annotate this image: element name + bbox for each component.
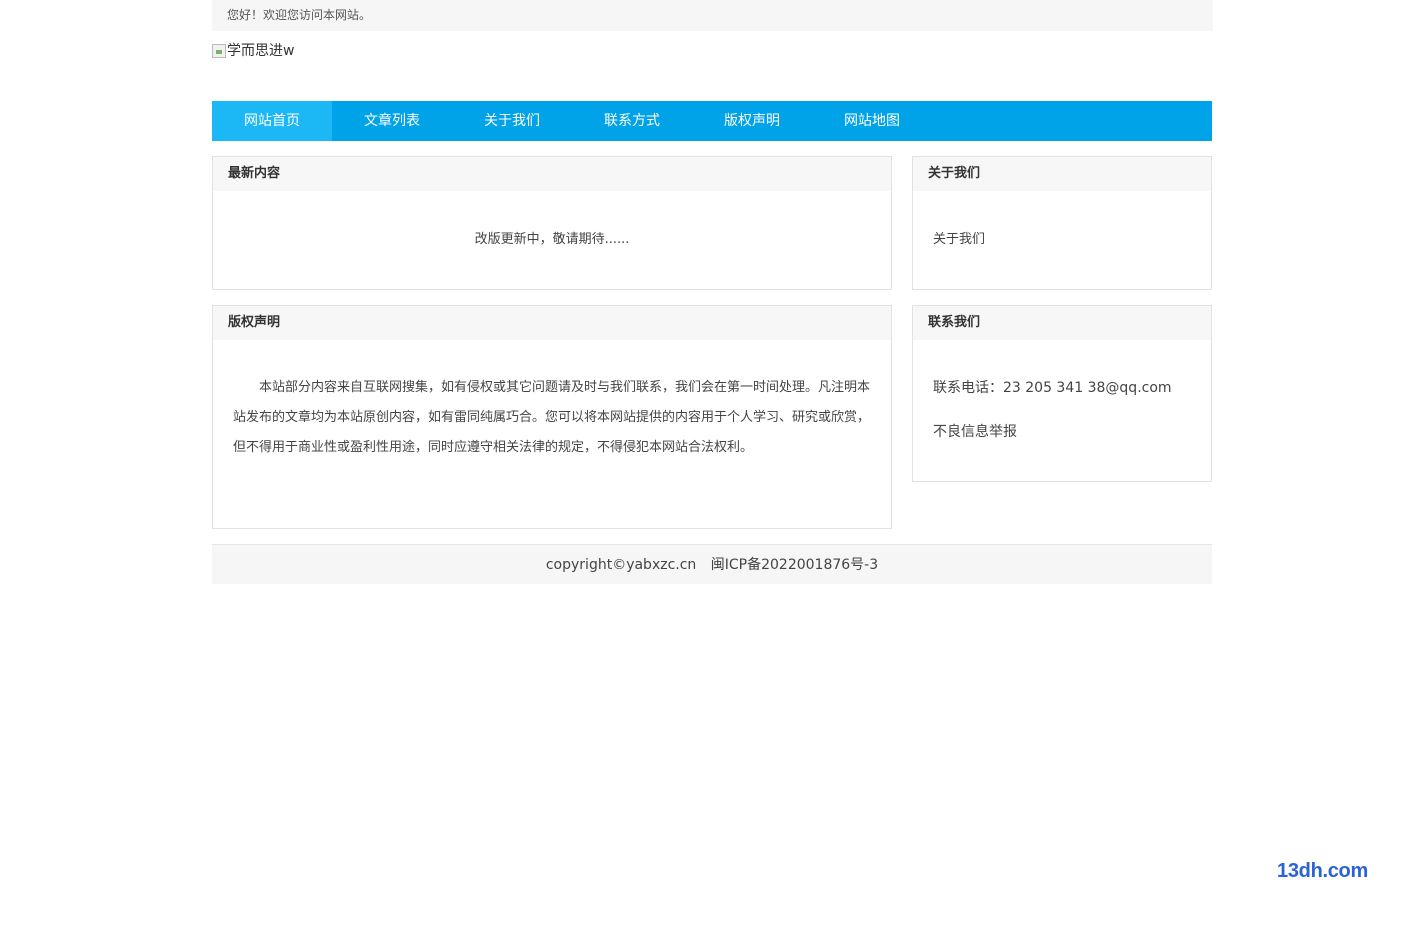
logo-alt-text: 学而思进w xyxy=(227,43,295,59)
welcome-bar: 您好！欢迎您访问本网站。 xyxy=(212,0,1213,31)
contact-phone-email: 联系电话：23 205 341 38@qq.com xyxy=(933,380,1172,396)
copyright-panel: 版权声明 本站部分内容来自互联网搜集，如有侵权或其它问题请及时与我们联系，我们会… xyxy=(212,305,892,529)
nav-item-contact[interactable]: 联系方式 xyxy=(572,101,692,141)
about-panel: 关于我们 关于我们 xyxy=(912,156,1212,290)
row-2: 版权声明 本站部分内容来自互联网搜集，如有侵权或其它问题请及时与我们联系，我们会… xyxy=(212,305,1212,529)
site-footer: copyright©yabxzc.cn 闽ICP备2022001876号-3 xyxy=(212,544,1212,584)
latest-content-panel: 最新内容 改版更新中，敬请期待...... xyxy=(212,156,892,290)
about-text: 关于我们 xyxy=(933,232,986,247)
site-logo[interactable]: 学而思进w xyxy=(212,42,294,60)
watermark-text: 13dh.com xyxy=(1277,860,1368,882)
panel-title: 版权声明 xyxy=(213,306,891,340)
panel-title: 联系我们 xyxy=(913,306,1211,340)
broken-image-icon xyxy=(212,44,226,58)
main-nav: 网站首页 文章列表 关于我们 联系方式 版权声明 网站地图 xyxy=(212,101,1212,141)
welcome-text: 您好！欢迎您访问本网站。 xyxy=(227,8,372,22)
contact-panel: 联系我们 联系电话：23 205 341 38@qq.com 不良信息举报 xyxy=(912,305,1212,482)
nav-item-copyright[interactable]: 版权声明 xyxy=(692,101,812,141)
report-link[interactable]: 不良信息举报 xyxy=(933,417,1191,447)
footer-copyright: copyright©yabxzc.cn xyxy=(545,557,697,573)
logo-area: 学而思进w xyxy=(212,31,1212,101)
page-container: 您好！欢迎您访问本网站。 学而思进w 网站首页 文章列表 关于我们 联系方式 版… xyxy=(212,0,1213,584)
panel-title: 关于我们 xyxy=(913,157,1211,191)
panel-title: 最新内容 xyxy=(213,157,891,191)
nav-item-about[interactable]: 关于我们 xyxy=(452,101,572,141)
latest-content-text: 改版更新中，敬请期待...... xyxy=(474,232,630,247)
footer-icp-link[interactable]: 闽ICP备2022001876号-3 xyxy=(711,557,878,573)
nav-item-sitemap[interactable]: 网站地图 xyxy=(812,101,932,141)
nav-item-articles[interactable]: 文章列表 xyxy=(332,101,452,141)
row-1: 最新内容 改版更新中，敬请期待...... 关于我们 关于我们 xyxy=(212,156,1212,290)
contact-body: 联系电话：23 205 341 38@qq.com 不良信息举报 xyxy=(913,340,1211,481)
nav-item-home[interactable]: 网站首页 xyxy=(212,101,332,141)
copyright-text: 本站部分内容来自互联网搜集，如有侵权或其它问题请及时与我们联系，我们会在第一时间… xyxy=(233,380,871,455)
